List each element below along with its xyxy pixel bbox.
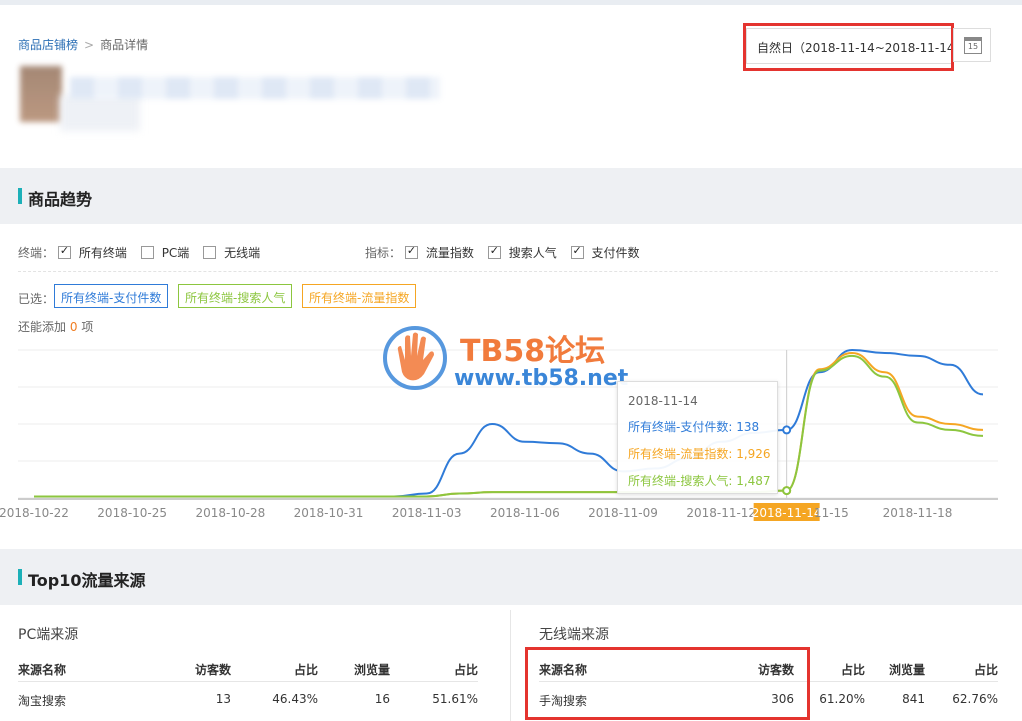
breadcrumb-current: 商品详情 xyxy=(100,38,149,52)
calendar-button[interactable]: 15 xyxy=(953,28,991,62)
calendar-icon: 15 xyxy=(964,37,982,54)
add-more-count: 0 xyxy=(69,320,78,334)
top10-section-title: Top10流量来源 xyxy=(28,571,146,590)
mobile-table-header: 来源名称 访客数 占比 浏览量 占比 xyxy=(539,652,998,682)
breadcrumb-parent-link[interactable]: 商品店铺榜 xyxy=(18,38,78,52)
mobile-source-title: 无线端来源 xyxy=(539,627,609,643)
x-tick-label: 2018-10-22 xyxy=(0,506,69,520)
checkbox-icon[interactable] xyxy=(404,244,418,259)
table-row: 淘宝搜索 13 46.43% 16 51.61% xyxy=(18,692,478,708)
x-tick-label: 11-15 xyxy=(814,506,849,520)
tooltip-item-payments: 所有终端-支付件数: 138 xyxy=(628,420,760,434)
section-accent-bar xyxy=(18,569,22,585)
add-more-hint: 还能添加 0 项 xyxy=(18,320,94,334)
x-tick-label-highlight: 2018-11-14 xyxy=(752,506,822,520)
trend-section-title: 商品趋势 xyxy=(28,190,93,209)
product-meta-blurred xyxy=(60,95,140,131)
metric-filter: 指标： 流量指数 搜索人气 支付件数 xyxy=(365,244,650,261)
checkbox-icon[interactable] xyxy=(57,244,71,259)
selected-tag-payments[interactable]: 所有终端-支付件数 xyxy=(54,284,169,308)
x-tick-label: 2018-10-31 xyxy=(294,506,364,520)
panel-divider xyxy=(510,610,511,721)
terminal-option-pc[interactable]: PC端 xyxy=(140,244,189,261)
x-tick-label: 2018-11-12 xyxy=(686,506,756,520)
tooltip-date: 2018-11-14 xyxy=(628,394,698,408)
table-row: 手淘搜索 306 61.20% 841 62.76% xyxy=(539,692,998,708)
x-tick-label: 2018-10-25 xyxy=(97,506,167,520)
top10-section-header: Top10流量来源 xyxy=(0,549,1022,605)
breadcrumb: 商品店铺榜 > 商品详情 xyxy=(18,36,148,53)
x-tick-label: 2018-10-28 xyxy=(195,506,265,520)
terminal-label: 终端： xyxy=(18,246,55,260)
x-tick-label: 2018-11-06 xyxy=(490,506,560,520)
breadcrumb-separator: > xyxy=(84,38,95,52)
product-thumbnail xyxy=(20,66,62,122)
checkbox-icon[interactable] xyxy=(487,244,501,259)
series-point xyxy=(782,425,792,435)
pc-table-header: 来源名称 访客数 占比 浏览量 占比 xyxy=(18,652,478,682)
terminal-filter: 终端： 所有终端 PC端 无线端 xyxy=(18,244,270,261)
x-tick-label: 2018-11-03 xyxy=(392,506,462,520)
pc-source-title: PC端来源 xyxy=(18,627,79,643)
watermark-url: www.tb58.net xyxy=(454,366,629,391)
selected-label: 已选： xyxy=(18,292,55,306)
checkbox-icon[interactable] xyxy=(570,244,584,259)
filter-divider xyxy=(18,271,998,272)
series-point xyxy=(782,486,792,496)
product-title-blurred xyxy=(70,77,440,99)
selected-tag-traffic[interactable]: 所有终端-流量指数 xyxy=(302,284,417,308)
tooltip-item-traffic: 所有终端-流量指数: 1,926 xyxy=(628,447,771,461)
chart-tooltip: 2018-11-14 所有终端-支付件数: 138 所有终端-流量指数: 1,9… xyxy=(617,381,778,494)
terminal-option-mobile[interactable]: 无线端 xyxy=(203,244,260,261)
checkbox-icon[interactable] xyxy=(203,246,217,259)
section-accent-bar xyxy=(18,188,22,204)
checkbox-icon[interactable] xyxy=(140,246,154,259)
x-tick-label: 2018-11-09 xyxy=(588,506,658,520)
tooltip-item-search: 所有终端-搜索人气: 1,487 xyxy=(628,474,771,488)
trend-section-header: 商品趋势 xyxy=(0,168,1022,224)
terminal-option-all[interactable]: 所有终端 xyxy=(57,244,127,261)
top-strip xyxy=(0,0,1022,5)
metric-option-payments[interactable]: 支付件数 xyxy=(570,244,640,261)
metric-option-search[interactable]: 搜索人气 xyxy=(487,244,557,261)
selected-tag-search[interactable]: 所有终端-搜索人气 xyxy=(178,284,293,308)
hand-logo-icon xyxy=(383,326,447,390)
watermark-title: TB58论坛 xyxy=(460,334,606,369)
date-range-field[interactable]: 自然日（2018-11-14~2018-11-14） xyxy=(746,28,954,64)
metric-label: 指标： xyxy=(365,246,402,260)
x-tick-label: 2018-11-18 xyxy=(883,506,953,520)
metric-option-traffic[interactable]: 流量指数 xyxy=(404,244,474,261)
